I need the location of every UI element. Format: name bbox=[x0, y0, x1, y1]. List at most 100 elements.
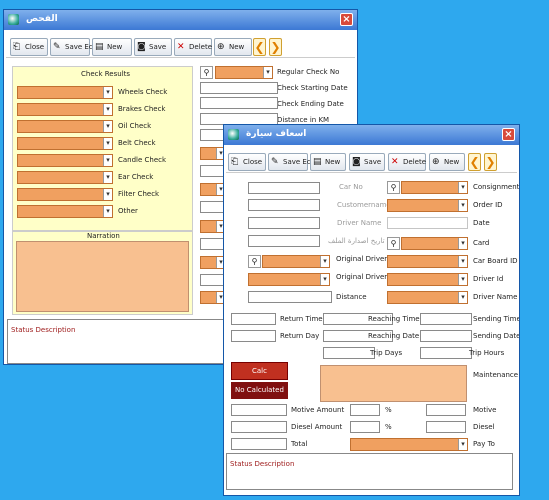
right-field-label: Check Starting Date bbox=[277, 84, 348, 92]
check-result-combo[interactable] bbox=[17, 86, 113, 99]
new-label: New bbox=[325, 158, 341, 166]
label-report-date: تاريخ اصدارة الملف bbox=[328, 237, 385, 245]
customer-name-input[interactable] bbox=[248, 199, 320, 211]
diesel-input[interactable] bbox=[426, 421, 466, 433]
delete-button[interactable]: ✕ Delete bbox=[388, 153, 426, 171]
close-icon: ⎗ bbox=[231, 157, 239, 167]
diesel-pct-input[interactable] bbox=[350, 421, 380, 433]
distance-input[interactable] bbox=[248, 291, 332, 303]
check-label: Brakes Check bbox=[118, 105, 166, 113]
original-driver2-combo[interactable] bbox=[248, 273, 330, 286]
return-day-input[interactable] bbox=[231, 330, 276, 342]
sending-time-input[interactable] bbox=[420, 313, 472, 325]
motive-pct-input[interactable] bbox=[350, 404, 380, 416]
close-window-button[interactable]: × bbox=[502, 128, 515, 141]
return-time-input[interactable] bbox=[231, 313, 276, 325]
close-label: Close bbox=[25, 43, 45, 51]
new-label: New bbox=[107, 43, 123, 51]
label-card: Card bbox=[473, 239, 490, 247]
motive-amount-input[interactable] bbox=[231, 404, 287, 416]
right-field-label: Check Ending Date bbox=[277, 100, 344, 108]
label-diesel-amount: Diesel Amount bbox=[291, 423, 343, 431]
label-motive-amount: Motive Amount bbox=[291, 406, 345, 414]
label-date: Date bbox=[473, 219, 490, 227]
close-window-button[interactable]: × bbox=[340, 13, 353, 26]
car-board-combo[interactable] bbox=[387, 255, 468, 268]
consignment-combo[interactable] bbox=[401, 181, 468, 194]
new-record-icon: ⊕ bbox=[432, 157, 440, 167]
narration-textarea[interactable] bbox=[16, 241, 189, 312]
delete-icon: ✕ bbox=[391, 157, 399, 167]
delete-button[interactable]: ✕ Delete bbox=[174, 38, 212, 56]
next-button[interactable]: ❯ bbox=[484, 153, 497, 171]
card-combo[interactable] bbox=[401, 237, 468, 250]
status-bar: Status Description bbox=[226, 453, 513, 490]
driver-id-combo[interactable] bbox=[387, 273, 468, 286]
check-result-combo[interactable] bbox=[17, 154, 113, 167]
search-check-button[interactable]: ⚲ bbox=[200, 66, 213, 79]
diesel-amount-input[interactable] bbox=[231, 421, 287, 433]
check-label: Candle Check bbox=[118, 156, 167, 164]
save-button[interactable]: ◙ Save bbox=[349, 153, 385, 171]
original-driver1-combo[interactable] bbox=[262, 255, 330, 268]
pay-to-combo[interactable] bbox=[350, 438, 468, 451]
check-result-combo[interactable] bbox=[17, 120, 113, 133]
new-record-icon: ⊕ bbox=[217, 42, 225, 52]
close-button[interactable]: ⎗ Close bbox=[10, 38, 48, 56]
prev-button[interactable]: ❮ bbox=[468, 153, 481, 171]
check-label: Filter Check bbox=[118, 190, 160, 198]
label-diesel: Diesel bbox=[473, 423, 495, 431]
date-input[interactable] bbox=[387, 217, 468, 229]
status-description: Status Description bbox=[230, 460, 295, 468]
sending-date-input[interactable] bbox=[420, 330, 472, 342]
label-car-no: Car No bbox=[339, 183, 363, 191]
new-record-button[interactable]: ⊕ New bbox=[429, 153, 465, 171]
calc-button[interactable]: Calc bbox=[231, 362, 288, 380]
save-edit-button[interactable]: ✎ Save Edit bbox=[268, 153, 316, 171]
check-result-combo[interactable] bbox=[17, 137, 113, 150]
prev-button[interactable]: ❮ bbox=[253, 38, 266, 56]
check-start-input[interactable] bbox=[200, 82, 278, 94]
regular-check-combo[interactable] bbox=[215, 66, 273, 79]
close-button[interactable]: ⎗ Close bbox=[228, 153, 266, 171]
calc-label: Calc bbox=[252, 367, 267, 375]
app-icon bbox=[228, 129, 239, 140]
check-end-input[interactable] bbox=[200, 97, 278, 109]
delete-label: Delete bbox=[403, 158, 426, 166]
label-pay-to: Pay To bbox=[473, 440, 495, 448]
search-original-driver-button[interactable]: ⚲ bbox=[248, 255, 261, 268]
maintenance-textarea[interactable] bbox=[320, 365, 467, 402]
new-icon: ▤ bbox=[95, 42, 104, 52]
label-driver-name: Driver Name bbox=[473, 293, 518, 301]
label-consignment: Consignment ID bbox=[473, 183, 520, 191]
save-button[interactable]: ◙ Save bbox=[134, 38, 172, 56]
label-driver-name-gray: Driver Name bbox=[337, 219, 382, 227]
order-id-combo[interactable] bbox=[387, 199, 468, 212]
new-button[interactable]: ▤ New bbox=[92, 38, 132, 56]
check-result-combo[interactable] bbox=[17, 103, 113, 116]
car-no-input[interactable] bbox=[248, 182, 320, 194]
check-window-title-bar: الفحص × bbox=[4, 10, 357, 30]
total-input[interactable] bbox=[231, 438, 287, 450]
check-result-combo[interactable] bbox=[17, 171, 113, 184]
new-button[interactable]: ▤ New bbox=[310, 153, 346, 171]
not-calculated-badge: No Calculated bbox=[231, 382, 288, 399]
report-date-input[interactable] bbox=[248, 235, 320, 247]
driver-name-gray-input[interactable] bbox=[248, 217, 320, 229]
check-result-combo[interactable] bbox=[17, 188, 113, 201]
trip-days-input[interactable] bbox=[323, 347, 375, 359]
save-icon: ◙ bbox=[137, 42, 146, 52]
check-result-combo[interactable] bbox=[17, 205, 113, 218]
new-record-button[interactable]: ⊕ New bbox=[214, 38, 252, 56]
driver-name-combo[interactable] bbox=[387, 291, 468, 304]
search-car-button[interactable]: ⚲ bbox=[387, 181, 400, 194]
check-label: Belt Check bbox=[118, 139, 156, 147]
delete-icon: ✕ bbox=[177, 42, 185, 52]
label-customer-name: Customername bbox=[337, 201, 391, 209]
next-button[interactable]: ❯ bbox=[269, 38, 282, 56]
trip-hours-input[interactable] bbox=[420, 347, 472, 359]
save-edit-button[interactable]: ✎ Save Edit bbox=[50, 38, 98, 56]
motive-input[interactable] bbox=[426, 404, 466, 416]
search-card-button[interactable]: ⚲ bbox=[387, 237, 400, 250]
label-total: Total bbox=[291, 440, 308, 448]
